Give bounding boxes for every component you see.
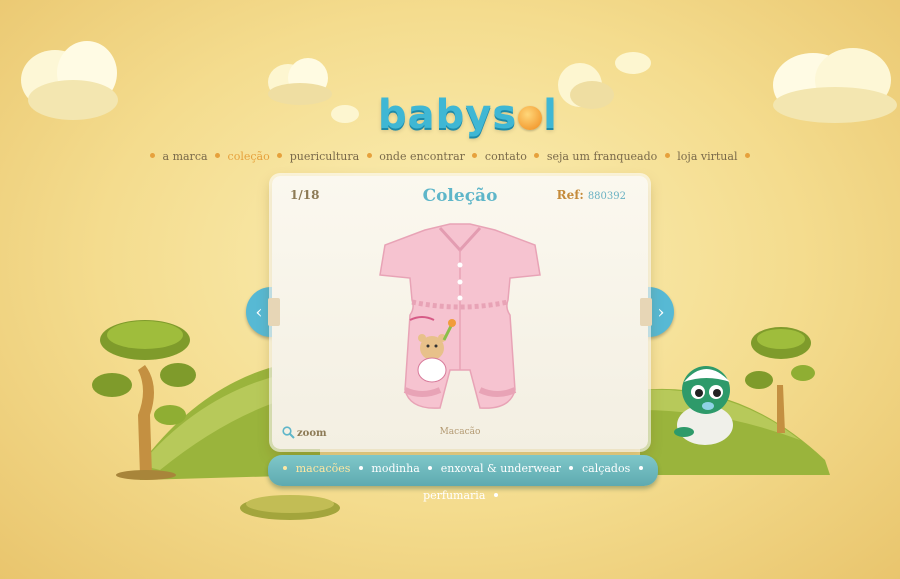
cloud-tiny — [331, 105, 359, 123]
panel-tab-right — [640, 298, 652, 326]
nav-item-a-marca[interactable]: a marca — [163, 150, 208, 163]
chevron-left-icon: ‹ — [255, 301, 263, 323]
cloud-right — [773, 48, 897, 123]
category-calcados[interactable]: calçados — [582, 462, 630, 475]
ref-code: 880392 — [587, 191, 626, 202]
product-ref: Ref: 880392 — [557, 188, 626, 202]
nav-dot-icon — [534, 153, 540, 158]
nav-item-franqueado[interactable]: seja um franqueado — [547, 150, 657, 163]
sun-icon — [518, 106, 543, 130]
cloud-left — [21, 41, 118, 120]
category-enxoval[interactable]: enxoval & underwear — [441, 462, 561, 475]
logo-text-pre: babys — [378, 92, 518, 138]
nav-item-colecao[interactable]: coleção — [228, 150, 270, 163]
category-dot-icon — [358, 466, 363, 470]
nav-dot-icon — [215, 153, 221, 158]
panel-tab-left — [268, 298, 280, 326]
nav-dot-icon — [366, 153, 372, 158]
product-caption: Macacão — [439, 427, 481, 437]
nav-dot-icon — [277, 153, 283, 158]
category-modinha[interactable]: modinha — [371, 462, 419, 475]
category-dot-icon — [283, 466, 288, 470]
nav-dot-icon — [472, 153, 478, 158]
nav-item-loja-virtual[interactable]: loja virtual — [677, 150, 737, 163]
category-macacoes[interactable]: macacões — [296, 462, 351, 475]
cloud-small-1 — [268, 58, 332, 105]
grass-patch — [240, 495, 340, 520]
category-dot-icon — [569, 466, 574, 470]
logo-text-post: l — [543, 92, 558, 138]
cloud-small-2 — [558, 63, 614, 109]
ref-label: Ref: — [556, 188, 584, 202]
nav-item-contato[interactable]: contato — [485, 150, 527, 163]
category-nav: macacões modinha enxoval & underwear cal… — [268, 455, 658, 502]
category-dot-icon — [638, 466, 643, 470]
nav-item-puericultura[interactable]: puericultura — [290, 150, 360, 163]
nav-item-onde-encontrar[interactable]: onde encontrar — [379, 150, 465, 163]
top-nav: a marca coleção puericultura onde encont… — [0, 150, 900, 163]
product-image[interactable] — [370, 220, 550, 420]
turtle-mascot — [674, 366, 733, 445]
nav-dot-icon — [744, 153, 750, 158]
nav-dot-icon — [150, 153, 156, 158]
cloud-small-3 — [615, 52, 651, 74]
chevron-right-icon: › — [657, 301, 665, 323]
category-dot-icon — [493, 493, 498, 497]
category-dot-icon — [428, 466, 433, 470]
nav-dot-icon — [664, 153, 670, 158]
babysol-logo[interactable]: babys l — [378, 92, 558, 138]
product-gallery-panel: 1/18 Coleção Ref: 880392 zoom Macacão — [272, 176, 648, 449]
tree-left — [92, 320, 196, 480]
tree-right — [745, 327, 815, 433]
category-perfumaria[interactable]: perfumaria — [423, 489, 485, 502]
